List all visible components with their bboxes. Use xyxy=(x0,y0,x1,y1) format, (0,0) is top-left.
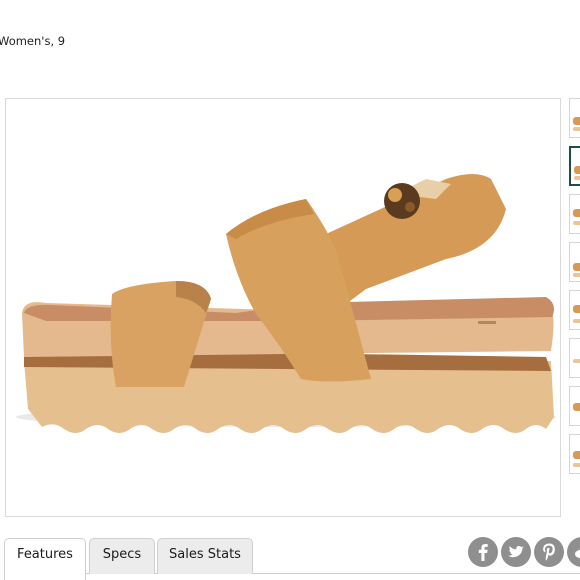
sandal-photo-icon xyxy=(16,174,556,433)
thumbnail-3[interactable] xyxy=(569,194,580,234)
facebook-icon[interactable] xyxy=(468,537,498,567)
pinterest-icon[interactable] xyxy=(534,537,564,567)
reddit-icon[interactable] xyxy=(567,537,580,567)
thumbnail-7[interactable] xyxy=(569,386,580,426)
thumbnail-1[interactable] xyxy=(569,98,580,138)
thumbnail-8[interactable] xyxy=(569,434,580,474)
tab-features[interactable]: Features xyxy=(4,538,86,580)
thumbnail-4[interactable] xyxy=(569,242,580,282)
tab-sales-stats[interactable]: Sales Stats xyxy=(157,538,253,574)
thumbnail-5[interactable] xyxy=(569,290,580,330)
main-product-image[interactable] xyxy=(5,98,561,517)
product-subtitle: Women's, 9 xyxy=(0,34,66,48)
thumbnail-2[interactable] xyxy=(569,146,580,186)
tab-bar: Features Specs Sales Stats xyxy=(4,538,474,580)
tab-specs[interactable]: Specs xyxy=(89,538,155,574)
thumbnail-strip xyxy=(569,98,580,498)
twitter-icon[interactable] xyxy=(501,537,531,567)
thumbnail-6[interactable] xyxy=(569,338,580,378)
